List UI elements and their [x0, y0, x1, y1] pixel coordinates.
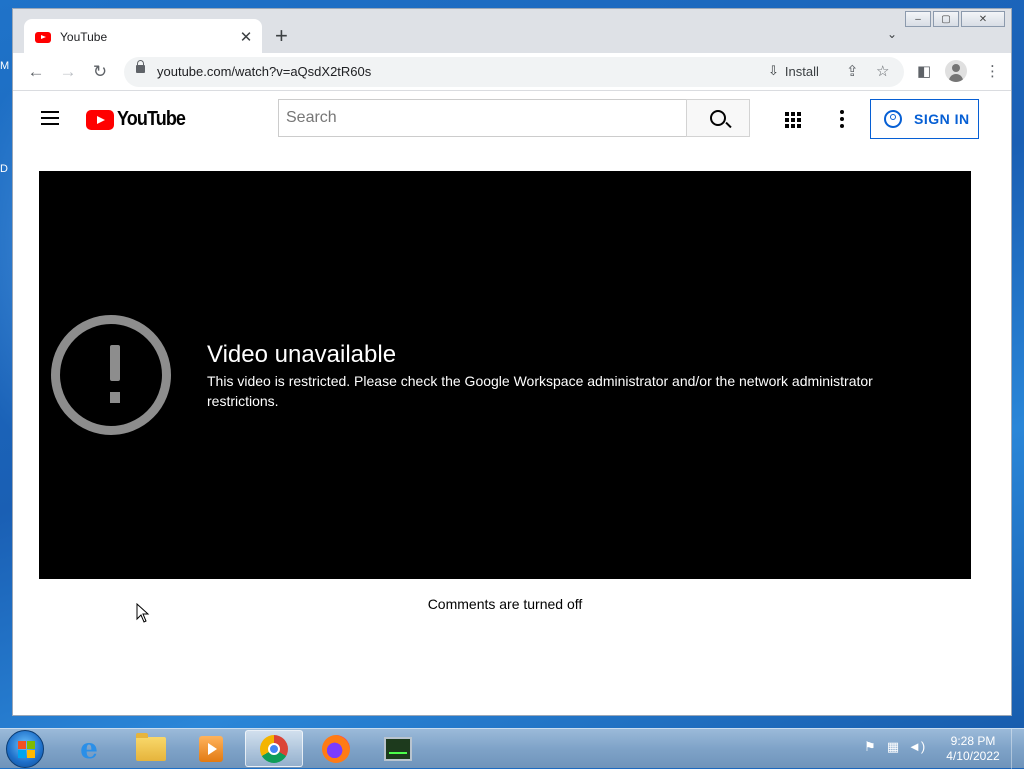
install-label: Install	[784, 63, 819, 79]
reload-button[interactable]: ↻	[88, 62, 112, 82]
clock-date: 4/10/2022	[946, 749, 1000, 763]
address-bar[interactable]: youtube.com/watch?v=aQsdX2tR60s ⇩ Instal…	[124, 57, 904, 87]
action-center-flag-icon[interactable]: ⚑	[862, 739, 878, 755]
taskbar-firefox[interactable]	[307, 730, 365, 767]
youtube-play-icon	[86, 109, 114, 130]
comments-status: Comments are turned off	[427, 596, 583, 612]
mouse-cursor-icon	[136, 603, 150, 623]
minimize-button[interactable]: –	[905, 11, 931, 27]
volume-icon[interactable]: ◄)	[908, 739, 925, 755]
sign-in-label: SIGN IN	[914, 111, 970, 127]
exclamation-icon	[51, 315, 171, 435]
star-icon[interactable]: ☆	[876, 62, 889, 80]
youtube-logo[interactable]: YouTube	[86, 108, 193, 131]
title-bar: YouTube ✕ + ⌄ – ▢ ✕	[13, 9, 1011, 55]
chrome-icon	[260, 734, 288, 763]
tab-title: YouTube	[60, 30, 108, 44]
install-button[interactable]: ⇩ Install	[768, 63, 819, 79]
error-message: This video is restricted. Please check t…	[207, 373, 873, 409]
search-input[interactable]	[278, 99, 687, 137]
system-tray: ⚑ ▦ ◄)	[862, 739, 931, 755]
clock-time: 9:28 PM	[950, 734, 996, 748]
taskbar-task-manager[interactable]	[369, 730, 427, 767]
error-title: Video unavailable	[207, 341, 397, 368]
youtube-page: YouTube SIGN IN Video unavailable This v…	[13, 91, 1011, 715]
close-window-button[interactable]: ✕	[961, 11, 1005, 27]
tab-close-icon[interactable]: ✕	[236, 28, 256, 46]
chrome-window: YouTube ✕ + ⌄ – ▢ ✕ ← → ↻ youtube.com/wa…	[12, 8, 1012, 716]
desktop-icon-label: D	[0, 163, 8, 175]
youtube-logo-text: YouTube	[117, 108, 186, 130]
new-tab-button[interactable]: +	[275, 25, 288, 47]
youtube-favicon-icon	[35, 31, 51, 43]
settings-more-icon[interactable]	[840, 110, 844, 131]
forward-button[interactable]: →	[56, 62, 80, 82]
chevron-down-icon[interactable]: ⌄	[887, 27, 897, 41]
taskbar-media-player[interactable]	[182, 730, 240, 767]
firefox-icon	[322, 734, 350, 763]
media-player-icon	[199, 735, 223, 762]
side-panel-icon[interactable]: ◧	[917, 62, 931, 80]
network-icon[interactable]: ▦	[885, 739, 901, 755]
tab-youtube[interactable]: YouTube ✕	[24, 19, 262, 55]
taskbar-chrome[interactable]	[245, 730, 303, 767]
show-desktop-button[interactable]	[1011, 729, 1024, 769]
taskbar-file-explorer[interactable]	[122, 730, 180, 767]
taskbar-internet-explorer[interactable]: e	[60, 730, 118, 767]
browser-toolbar: ← → ↻ youtube.com/watch?v=aQsdX2tR60s ⇩ …	[13, 53, 1011, 91]
youtube-header: YouTube SIGN IN	[13, 91, 997, 149]
install-icon: ⇩	[768, 63, 779, 78]
url-text[interactable]: youtube.com/watch?v=aQsdX2tR60s	[157, 64, 371, 79]
clock[interactable]: 9:28 PM 4/10/2022	[938, 734, 1008, 764]
task-manager-icon	[384, 736, 412, 761]
profile-icon[interactable]	[945, 60, 967, 82]
menu-icon[interactable]: ⋮	[985, 62, 1000, 80]
video-player[interactable]: Video unavailable This video is restrict…	[39, 171, 971, 579]
apps-grid-icon[interactable]	[785, 112, 801, 128]
lock-icon[interactable]	[136, 60, 145, 73]
taskbar: e ⚑ ▦ ◄) 9:28 PM 4/10/2022	[0, 728, 1024, 769]
folder-icon	[136, 732, 166, 761]
back-button[interactable]: ←	[24, 62, 48, 82]
desktop-icon-label: M	[0, 60, 10, 72]
start-button[interactable]	[6, 730, 44, 768]
account-circle-icon	[884, 110, 902, 128]
maximize-button[interactable]: ▢	[933, 11, 959, 27]
share-icon[interactable]: ⇪	[846, 62, 859, 80]
window-controls: – ▢ ✕	[903, 11, 1005, 27]
hamburger-menu-icon[interactable]	[41, 111, 59, 125]
search-button[interactable]	[686, 99, 750, 137]
internet-explorer-icon: e	[80, 732, 98, 765]
sign-in-button[interactable]: SIGN IN	[870, 99, 979, 139]
